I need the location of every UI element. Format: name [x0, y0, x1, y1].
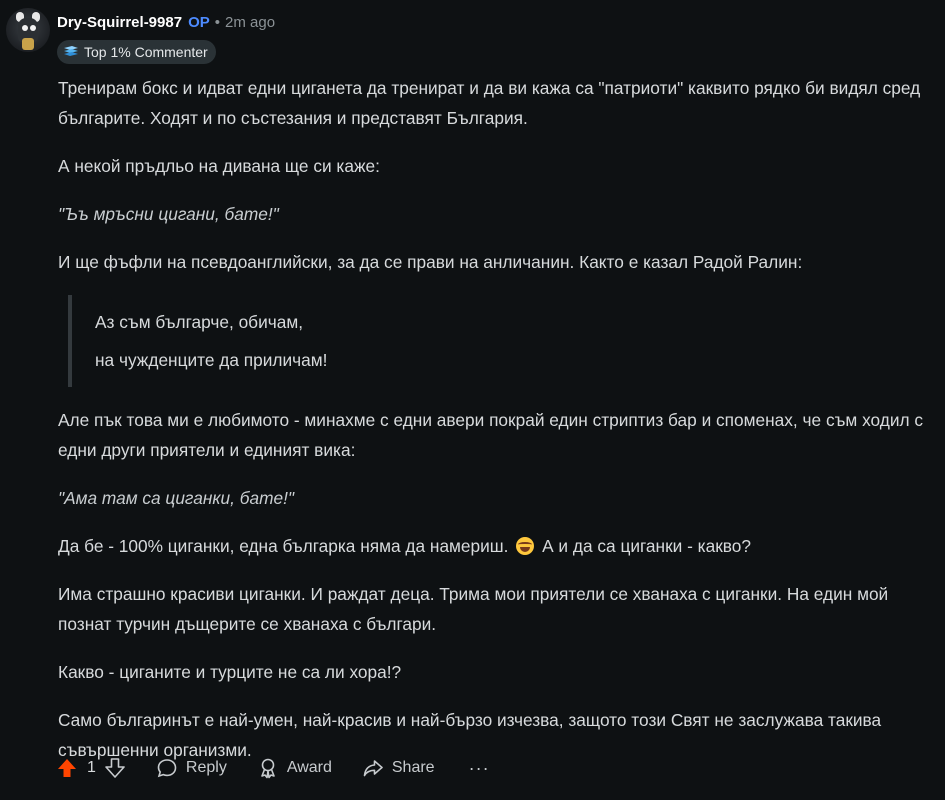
blockquote-line-2: на чужденците да приличам!: [95, 350, 328, 370]
op-badge: OP: [188, 13, 210, 31]
vote-count: 1: [87, 759, 96, 776]
comment-body: Тренирам бокс и идват едни циганета да т…: [58, 73, 942, 783]
laughing-emoji-icon: [516, 537, 535, 555]
username-link[interactable]: Dry-Squirrel-9987: [57, 14, 182, 31]
avatar[interactable]: [6, 8, 50, 52]
comment-paragraph-4: И ще фъфли на псевдоанглийски, за да се …: [58, 252, 803, 272]
share-label: Share: [391, 759, 435, 776]
comment-paragraph-5: Але пък това ми е любимото - минахме с е…: [58, 410, 924, 460]
comment-paragraph-7: Да бе - 100% циганки, една българка няма…: [58, 531, 942, 561]
avatar-belly: [22, 38, 34, 50]
vote-controls: 1: [56, 757, 126, 779]
award-label: Award: [286, 759, 332, 776]
paragraph-7-start: Да бе - 100% циганки, една българка няма…: [58, 536, 509, 556]
timestamp[interactable]: 2m ago: [225, 14, 275, 31]
comment-actions: 1 Reply Award Share ···: [56, 752, 490, 784]
comment-header: Dry-Squirrel-9987 OP • 2m ago Top 1% Com…: [6, 8, 275, 64]
comment-paragraph-8: Има страшно красиви циганки. И раждат де…: [58, 584, 889, 634]
comment-meta: Dry-Squirrel-9987 OP • 2m ago Top 1% Com…: [57, 8, 275, 64]
flair-label: Top 1% Commenter: [84, 44, 208, 60]
comment-paragraph-3: "Ъъ мръсни цигани, бате!": [58, 204, 279, 224]
more-options-button[interactable]: ···: [469, 758, 490, 779]
award-button[interactable]: Award: [257, 757, 332, 779]
reply-button[interactable]: Reply: [156, 757, 227, 779]
user-flair: Top 1% Commenter: [57, 40, 216, 64]
upvote-arrow-icon[interactable]: [56, 757, 78, 779]
reply-bubble-icon: [157, 759, 177, 778]
share-arrow-icon: [363, 760, 383, 777]
commenter-badge-icon: [64, 46, 78, 56]
avatar-eye-right: [30, 25, 36, 31]
comment-paragraph-6: "Ама там са циганки, бате!": [58, 488, 295, 508]
paragraph-7-end: А и да са циганки - какво?: [542, 536, 751, 556]
comment-paragraph-1: Тренирам бокс и идват едни циганета да т…: [58, 78, 921, 128]
blockquote: Аз съм българче, обичам, на чужденците д…: [68, 295, 942, 387]
comment-paragraph-2: А некой пръдльо на дивана ще си каже:: [58, 156, 380, 176]
blockquote-line-1: Аз съм българче, обичам,: [95, 312, 304, 332]
share-button[interactable]: Share: [362, 757, 435, 779]
downvote-arrow-icon[interactable]: [104, 757, 126, 779]
comment-paragraph-9: Какво - циганите и турците не са ли хора…: [58, 662, 402, 682]
award-icon: [261, 758, 275, 779]
reply-label: Reply: [185, 759, 227, 776]
avatar-eye-left: [22, 25, 28, 31]
meta-separator: •: [214, 13, 221, 31]
